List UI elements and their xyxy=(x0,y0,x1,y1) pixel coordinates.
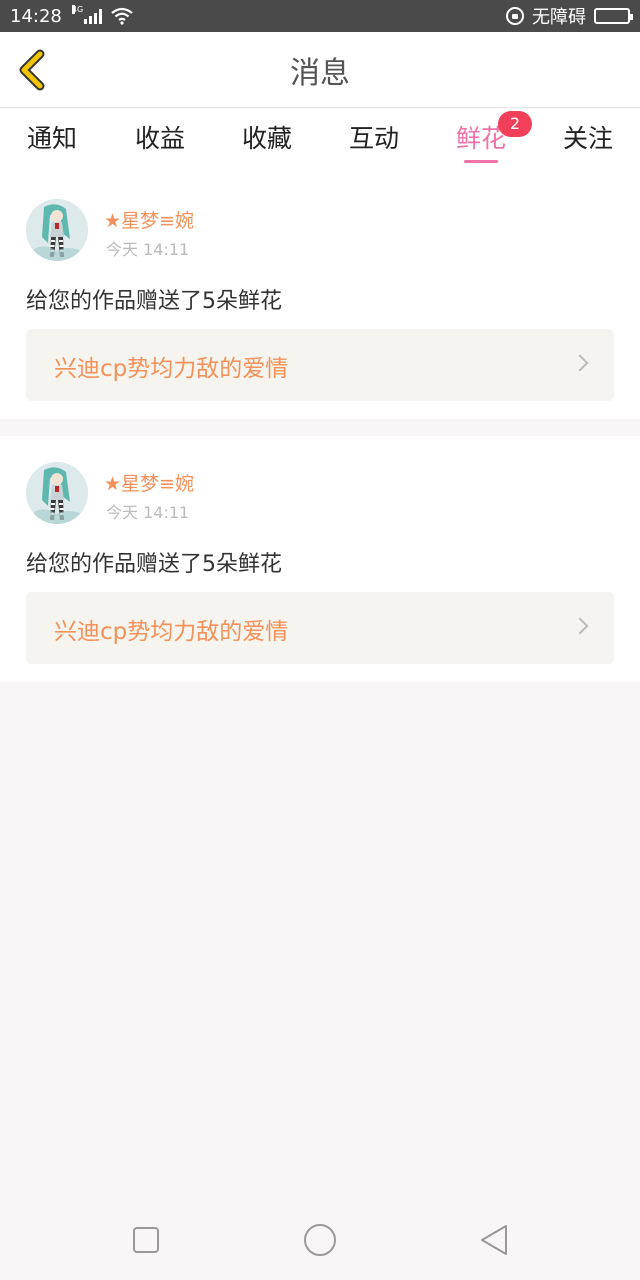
chevron-right-icon xyxy=(571,617,589,635)
clock: 14:28 xyxy=(10,5,62,27)
message-time: 今天 14:11 xyxy=(106,503,190,522)
tab-interactions[interactable]: 互动 xyxy=(329,119,419,173)
username[interactable]: ★星梦≡婉 xyxy=(104,206,194,233)
avatar[interactable] xyxy=(26,199,88,261)
chevron-left-icon xyxy=(19,49,45,91)
tab-flowers[interactable]: 鲜花 2 xyxy=(436,111,532,173)
active-tab-indicator xyxy=(464,160,498,163)
circle-icon xyxy=(304,1224,336,1256)
username[interactable]: ★星梦≡婉 xyxy=(104,469,194,496)
message-time: 今天 14:11 xyxy=(106,240,190,259)
message-text: 给您的作品赠送了5朵鲜花 xyxy=(26,552,282,577)
accessibility-label: 无障碍 xyxy=(532,7,586,28)
avatar[interactable] xyxy=(26,462,88,524)
triangle-back-icon xyxy=(481,1225,507,1255)
message-text: 给您的作品赠送了5朵鲜花 xyxy=(26,289,282,314)
tab-bar: 通知 收益 收藏 互动 鲜花 2 关注 xyxy=(0,109,640,173)
battery-icon xyxy=(594,8,633,24)
tab-label: 收藏 xyxy=(241,124,292,153)
back-nav-button[interactable] xyxy=(474,1220,514,1260)
lock-icon xyxy=(506,7,524,25)
work-link[interactable]: 兴迪cp势均力敌的爱情 xyxy=(26,329,614,401)
signal-icon: 4G xyxy=(71,5,102,24)
status-left: 14:28 4G xyxy=(10,5,134,27)
chevron-right-icon xyxy=(571,354,589,372)
header: 消息 xyxy=(0,32,640,108)
avatar-image xyxy=(26,199,88,261)
avatar-image xyxy=(26,462,88,524)
tab-label: 关注 xyxy=(562,124,613,153)
status-bar: 14:28 4G 无障碍 xyxy=(0,0,640,32)
tab-favorites[interactable]: 收藏 xyxy=(222,119,312,173)
recent-apps-button[interactable] xyxy=(126,1220,166,1260)
page-title: 消息 xyxy=(290,55,350,91)
square-icon xyxy=(133,1227,159,1253)
home-button[interactable] xyxy=(300,1220,340,1260)
status-right: 无障碍 xyxy=(506,3,633,29)
tab-label: 互动 xyxy=(348,124,399,153)
wifi-icon xyxy=(111,7,133,25)
tab-follows[interactable]: 关注 xyxy=(543,119,633,173)
back-button[interactable] xyxy=(14,48,54,92)
tab-label: 通知 xyxy=(26,124,77,153)
work-title: 兴迪cp势均力敌的爱情 xyxy=(54,619,289,645)
message-card: ★星梦≡婉 今天 14:11 给您的作品赠送了5朵鲜花 兴迪cp势均力敌的爱情 xyxy=(0,436,640,682)
network-type: 4G xyxy=(71,5,84,14)
work-link[interactable]: 兴迪cp势均力敌的爱情 xyxy=(26,592,614,664)
system-nav-bar xyxy=(0,1200,640,1280)
work-title: 兴迪cp势均力敌的爱情 xyxy=(54,356,289,382)
tab-earnings[interactable]: 收益 xyxy=(115,119,205,173)
unread-badge: 2 xyxy=(498,111,532,137)
tab-label: 收益 xyxy=(134,124,185,153)
tab-notifications[interactable]: 通知 xyxy=(7,119,97,173)
message-card: ★星梦≡婉 今天 14:11 给您的作品赠送了5朵鲜花 兴迪cp势均力敌的爱情 xyxy=(0,173,640,419)
